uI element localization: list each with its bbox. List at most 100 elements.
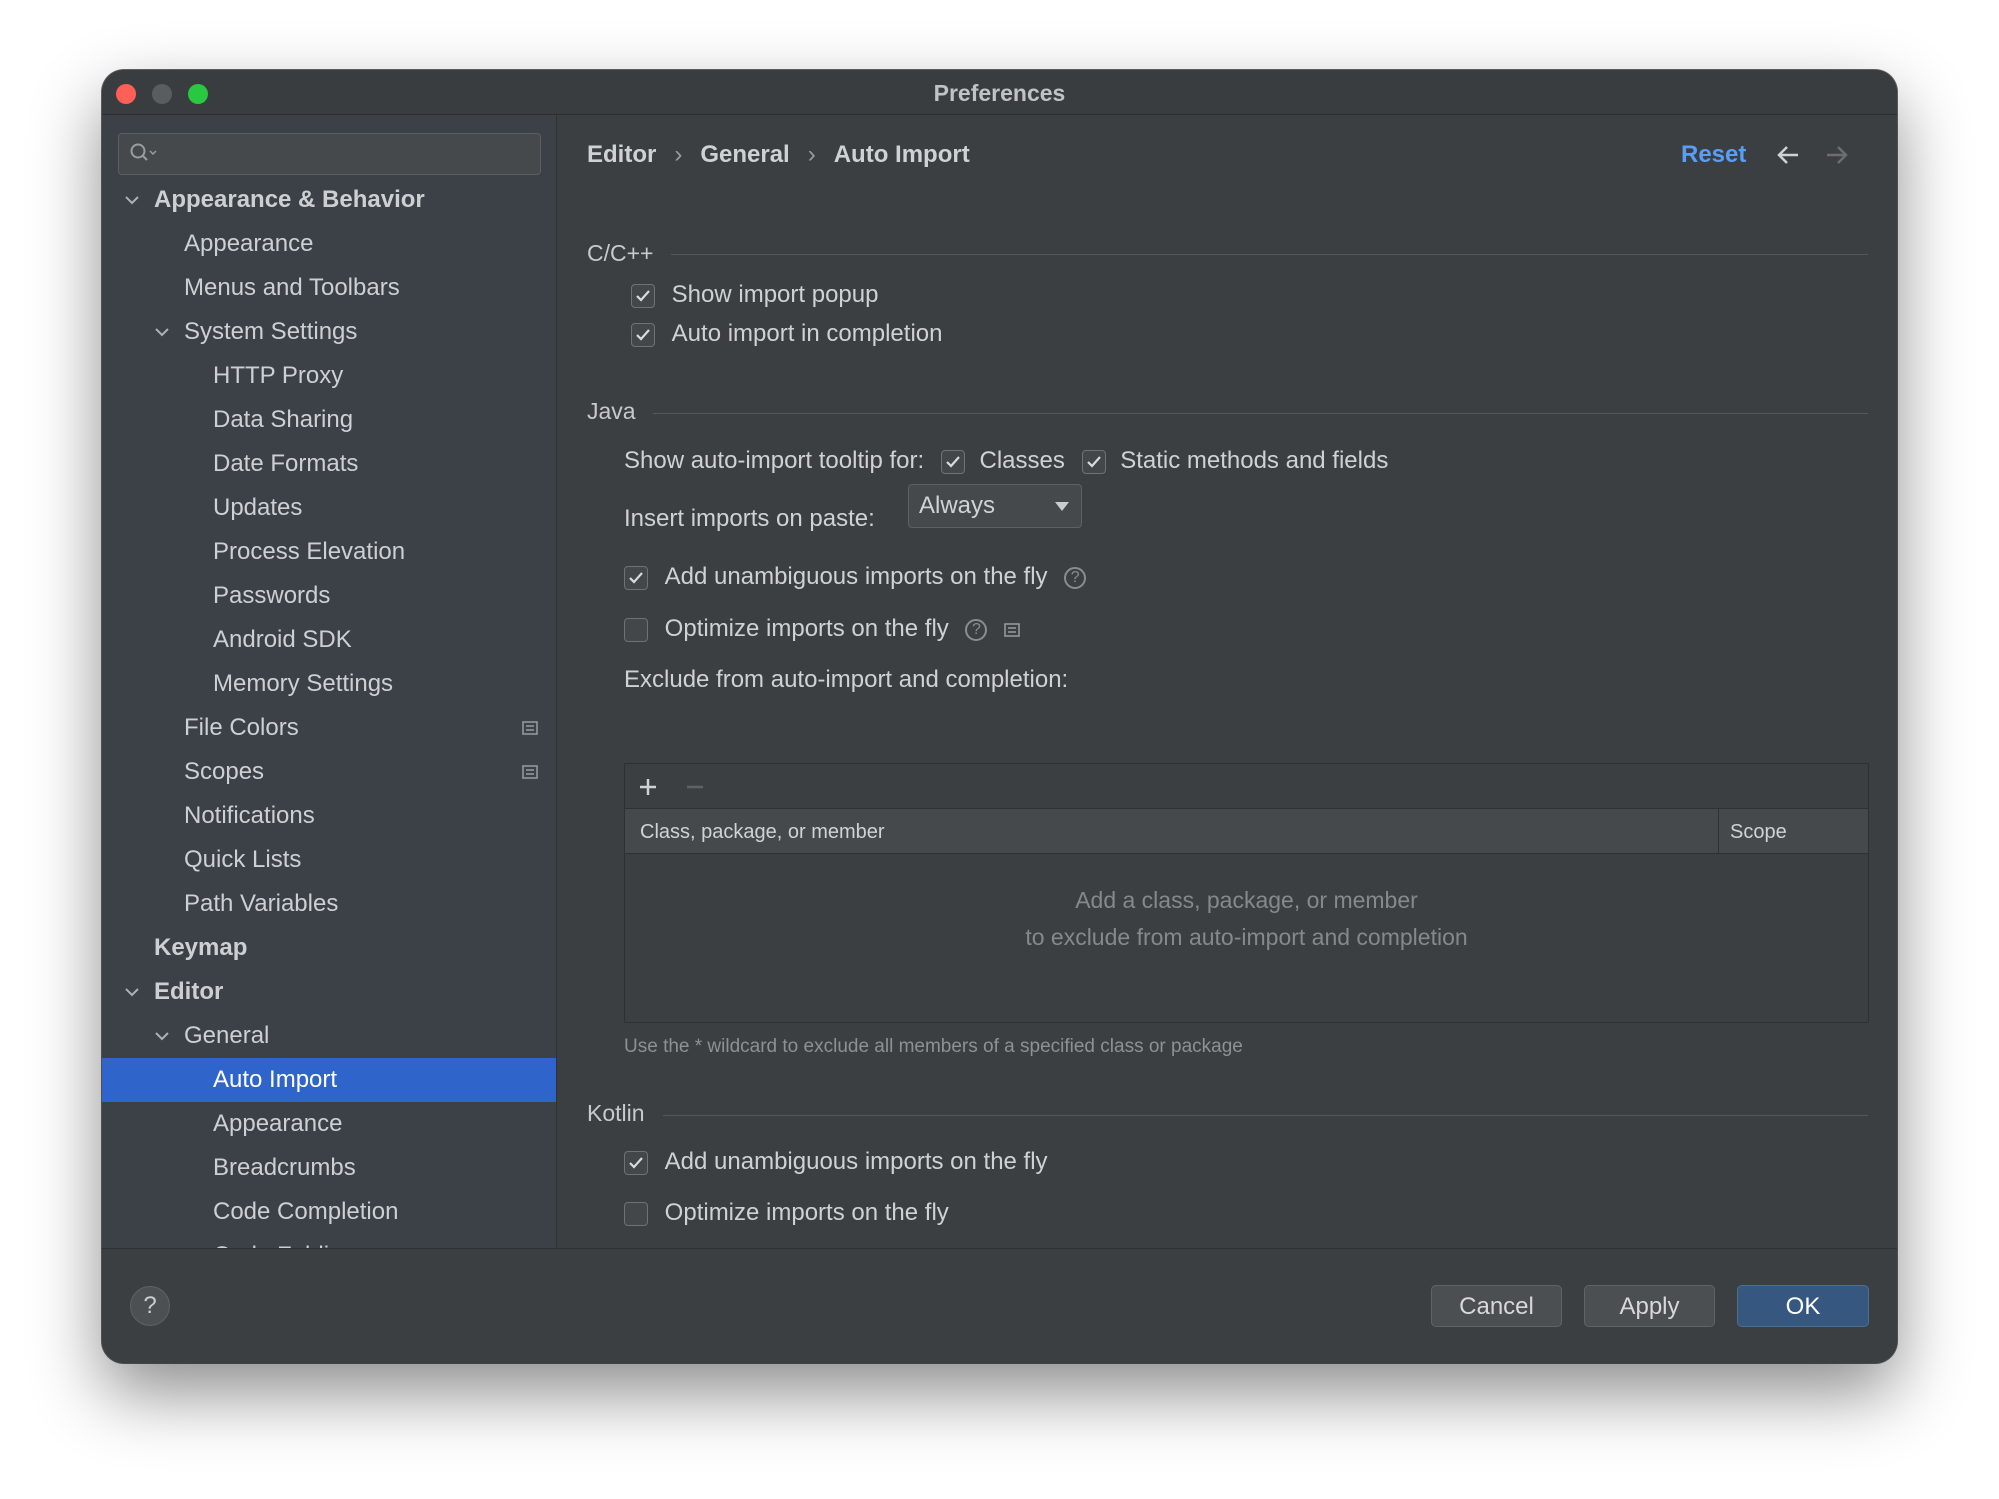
sidebar-item-passwords[interactable]: Passwords [102,574,556,618]
sidebar-item-label: Scopes [184,758,265,785]
sidebar-item-updates[interactable]: Updates [102,486,556,530]
help-icon[interactable]: ? [965,618,988,641]
sidebar-item-label: General [184,1022,270,1049]
java-optimize-option[interactable]: Optimize imports on the fly ? [624,615,1020,643]
sidebar-item-label: Notifications [184,802,315,829]
sidebar-item-path-variables[interactable]: Path Variables [102,882,556,926]
java-add-unambiguous-option[interactable]: Add unambiguous imports on the fly ? [624,563,1087,591]
kotlin-add-unambiguous-checkbox[interactable] [624,1150,648,1175]
sidebar-item-general[interactable]: General [102,1014,556,1058]
chevron-down-icon[interactable] [154,324,170,340]
sidebar-item-label: Appearance [184,230,314,257]
auto-import-completion-label: Auto import in completion [671,320,943,347]
breadcrumb: Editor › General › Auto Import [587,135,970,175]
paste-label: Insert imports on paste: [624,505,875,532]
sidebar-item-label: Appearance [213,1110,343,1137]
remove-icon[interactable] [685,777,705,797]
show-import-popup-option[interactable]: Show import popup [631,281,878,309]
sidebar-item-label: System Settings [184,318,358,345]
sidebar-item-file-colors[interactable]: File Colors [102,706,556,750]
java-section-title: Java [587,398,636,424]
sidebar-item-breadcrumbs[interactable]: Breadcrumbs [102,1146,556,1190]
sidebar-item-scopes[interactable]: Scopes [102,750,556,794]
column-class-package-member[interactable]: Class, package, or member [640,821,885,844]
sidebar-item-code-completion[interactable]: Code Completion [102,1190,556,1234]
kotlin-add-unambiguous-label: Add unambiguous imports on the fly [664,1148,1048,1175]
project-scope-icon [1004,622,1020,637]
kotlin-optimize-option[interactable]: Optimize imports on the fly [624,1199,949,1227]
project-scope-icon [522,721,538,735]
apply-button[interactable]: Apply [1584,1285,1715,1327]
sidebar-item-memory-settings[interactable]: Memory Settings [102,662,556,706]
classes-checkbox[interactable] [940,449,965,474]
divider [671,254,1868,255]
sidebar-item-label: Data Sharing [213,406,354,433]
sidebar-item-data-sharing[interactable]: Data Sharing [102,398,556,442]
breadcrumb-general[interactable]: General [700,135,789,175]
sidebar-item-appearance[interactable]: Appearance [102,222,556,266]
static-methods-checkbox[interactable] [1081,449,1106,474]
dialog-footer: ? Cancel Apply OK [102,1248,1897,1363]
column-scope[interactable]: Scope [1730,821,1787,844]
sidebar-item-auto-import[interactable]: Auto Import [102,1058,556,1102]
check-icon [636,328,650,341]
breadcrumb-editor[interactable]: Editor [587,135,656,175]
table-toolbar [625,764,1868,809]
sidebar-item-android-sdk[interactable]: Android SDK [102,618,556,662]
reset-link[interactable]: Reset [1681,135,1746,175]
sidebar-item-date-formats[interactable]: Date Formats [102,442,556,486]
sidebar-item-label: Keymap [154,934,248,961]
chevron-down-icon[interactable] [124,192,140,208]
help-button[interactable]: ? [130,1286,170,1326]
sidebar-item-quick-lists[interactable]: Quick Lists [102,838,556,882]
cancel-button[interactable]: Cancel [1431,1285,1562,1327]
sidebar-item-notifications[interactable]: Notifications [102,794,556,838]
auto-import-completion-option[interactable]: Auto import in completion [631,320,942,348]
java-optimize-checkbox[interactable] [624,617,648,642]
sidebar-item-appearance[interactable]: Appearance [102,1102,556,1146]
sidebar-item-label: Auto Import [213,1066,338,1093]
show-import-popup-checkbox[interactable] [631,283,655,308]
java-add-unambiguous-checkbox[interactable] [624,565,648,590]
forward-arrow-icon[interactable] [1825,144,1849,166]
empty-text-line-2: to exclude from auto-import and completi… [1025,924,1468,950]
sidebar-item-label: HTTP Proxy [213,362,344,389]
title-bar: Preferences [102,70,1897,115]
table-empty-text: Add a class, package, or member to exclu… [625,882,1868,956]
sidebar-item-menus-and-toolbars[interactable]: Menus and Toolbars [102,266,556,310]
paste-imports-dropdown[interactable]: Always [908,484,1082,528]
chevron-down-icon[interactable] [124,984,140,1000]
sidebar-item-editor[interactable]: Editor [102,970,556,1014]
search-input[interactable] [118,133,541,175]
kotlin-section-title: Kotlin [587,1100,645,1126]
check-icon [629,1156,643,1169]
sidebar-item-code-folding[interactable]: Code Folding [102,1234,556,1248]
help-icon[interactable]: ? [1064,566,1087,589]
sidebar-item-label: Menus and Toolbars [184,274,400,301]
divider [653,413,1868,414]
sidebar-item-process-elevation[interactable]: Process Elevation [102,530,556,574]
back-arrow-icon[interactable] [1776,144,1800,166]
sidebar-item-label: Quick Lists [184,846,302,873]
window-title: Preferences [933,80,1066,106]
add-icon[interactable] [638,777,658,797]
sidebar-item-appearance-behavior[interactable]: Appearance & Behavior [102,178,556,222]
sidebar-item-label: Date Formats [213,450,359,477]
ok-button[interactable]: OK [1737,1285,1869,1327]
chevron-down-icon[interactable] [154,1028,170,1044]
sidebar-item-label: Passwords [213,582,331,609]
sidebar-item-keymap[interactable]: Keymap [102,926,556,970]
kotlin-add-unambiguous-option[interactable]: Add unambiguous imports on the fly [624,1148,1048,1176]
sidebar-item-label: Breadcrumbs [213,1154,356,1181]
show-import-popup-label: Show import popup [671,281,879,308]
sidebar-item-system-settings[interactable]: System Settings [102,310,556,354]
check-icon [629,571,643,584]
kotlin-optimize-checkbox[interactable] [624,1201,648,1226]
auto-import-completion-checkbox[interactable] [631,322,655,347]
sidebar-item-label: Code Folding [213,1234,356,1248]
settings-sidebar: Appearance & Behavior Appearance Menus and… [102,115,557,1248]
chevron-down-icon [1055,502,1069,511]
empty-text-line-1: Add a class, package, or member [1075,887,1418,913]
project-scope-icon [522,765,538,779]
sidebar-item-http-proxy[interactable]: HTTP Proxy [102,354,556,398]
